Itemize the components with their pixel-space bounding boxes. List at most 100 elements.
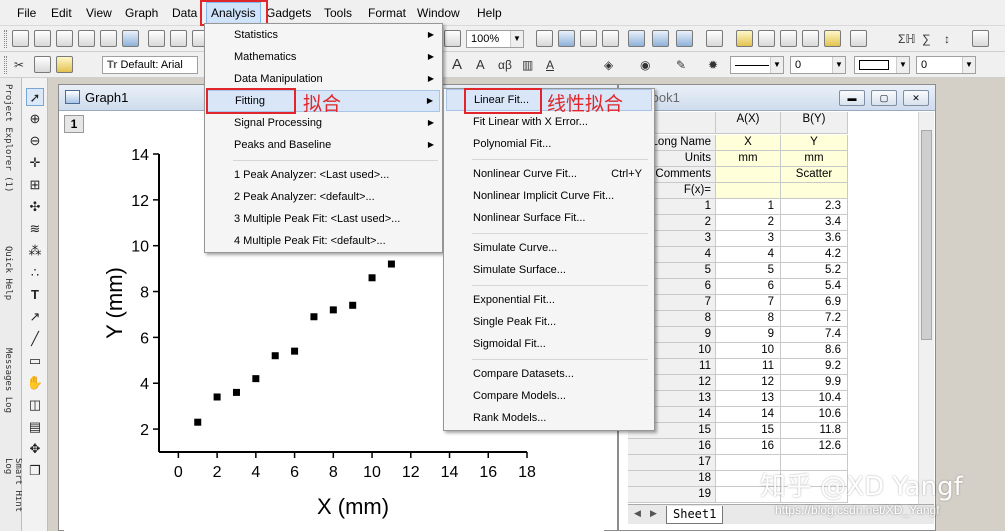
- new-project-icon[interactable]: [12, 30, 29, 47]
- font-color-icon[interactable]: A: [546, 56, 554, 74]
- script-icon[interactable]: [802, 30, 819, 47]
- meta-cell[interactable]: Scatter: [781, 167, 848, 183]
- data-cell[interactable]: 15: [716, 423, 781, 439]
- pattern-icon[interactable]: ◉: [640, 56, 650, 74]
- chevron-down-icon[interactable]: ▼: [832, 57, 845, 73]
- menu-item-peak-analyzer-last[interactable]: 1 Peak Analyzer: <Last used>...: [207, 164, 440, 186]
- data-cell[interactable]: 16: [716, 439, 781, 455]
- menu-graph[interactable]: Graph: [121, 0, 162, 26]
- menu-data[interactable]: Data: [168, 0, 201, 26]
- data-cell[interactable]: 14: [716, 407, 781, 423]
- data-cell[interactable]: 9.9: [781, 375, 848, 391]
- copy-icon[interactable]: [34, 56, 51, 73]
- fill-color-icon[interactable]: ◈: [604, 56, 613, 74]
- zoom-in-icon[interactable]: ⊕: [26, 110, 44, 128]
- data-cell[interactable]: 3.6: [781, 231, 848, 247]
- sheet-next-icon[interactable]: ▶: [650, 508, 657, 519]
- data-cell[interactable]: 8.6: [781, 343, 848, 359]
- open-template-icon[interactable]: [170, 30, 187, 47]
- sheet-prev-icon[interactable]: ◀: [634, 508, 641, 519]
- data-cell[interactable]: 9.2: [781, 359, 848, 375]
- chevron-down-icon[interactable]: ▼: [962, 57, 975, 73]
- zoom-combo[interactable]: 100% ▼: [466, 30, 524, 48]
- app-icon[interactable]: [824, 30, 841, 47]
- menu-item-fit-11[interactable]: Sigmoidal Fit...: [446, 333, 652, 355]
- data-reader-icon[interactable]: ⊞: [26, 176, 44, 194]
- meta-cell[interactable]: Y: [781, 135, 848, 151]
- menu-file[interactable]: File: [13, 0, 40, 26]
- row-number[interactable]: 17: [628, 455, 716, 471]
- menu-item-multi-peak-last[interactable]: 3 Multiple Peak Fit: <Last used>...: [207, 208, 440, 230]
- data-cell[interactable]: 11.8: [781, 423, 848, 439]
- menu-item-mathematics[interactable]: Mathematics ▶: [207, 46, 440, 68]
- chevron-down-icon[interactable]: ▼: [896, 57, 909, 73]
- size-combo[interactable]: 0 ▼: [916, 56, 976, 74]
- code-builder-icon[interactable]: [780, 30, 797, 47]
- minimize-button[interactable]: ▬: [839, 90, 865, 106]
- screen-reader-icon[interactable]: ✣: [26, 198, 44, 216]
- smart-hint-log-tab[interactable]: Smart Hint Log: [3, 458, 23, 531]
- data-cell[interactable]: 4.2: [781, 247, 848, 263]
- row-stats-icon[interactable]: ∑: [922, 30, 931, 48]
- data-cell[interactable]: 3.4: [781, 215, 848, 231]
- hand-tool-icon[interactable]: ✋: [26, 374, 44, 392]
- row-number[interactable]: 19: [628, 487, 716, 503]
- menu-item-multi-peak-default[interactable]: 4 Multiple Peak Fit: <default>...: [207, 230, 440, 252]
- meta-cell[interactable]: mm: [716, 151, 781, 167]
- column-stats-icon[interactable]: Σℍ: [898, 30, 916, 48]
- symbol-icon[interactable]: ✹: [708, 56, 718, 74]
- settings-icon[interactable]: [850, 30, 867, 47]
- maximize-button[interactable]: ▢: [871, 90, 897, 106]
- draw-data-icon[interactable]: ⁂: [26, 242, 44, 260]
- line-color-icon[interactable]: ✎: [676, 56, 686, 74]
- menu-item-fit-10[interactable]: Single Peak Fit...: [446, 311, 652, 333]
- object-icon[interactable]: ❐: [26, 462, 44, 480]
- data-cell[interactable]: 3: [716, 231, 781, 247]
- menu-item-fit-12[interactable]: Compare Datasets...: [446, 363, 652, 385]
- data-cell[interactable]: 8: [716, 311, 781, 327]
- new-graph-icon[interactable]: [56, 30, 73, 47]
- worksheet-icon[interactable]: [628, 30, 645, 47]
- crosshair-icon[interactable]: ✛: [26, 154, 44, 172]
- menu-item-fit-7[interactable]: Simulate Curve...: [446, 237, 652, 259]
- arrow-tool-icon[interactable]: ↗: [26, 308, 44, 326]
- menu-item-fit-8[interactable]: Simulate Surface...: [446, 259, 652, 281]
- project-explorer-icon[interactable]: [706, 30, 723, 47]
- region-icon[interactable]: ◫: [26, 396, 44, 414]
- menu-item-statistics[interactable]: Statistics ▶: [207, 24, 440, 46]
- data-cell[interactable]: 1: [716, 199, 781, 215]
- worksheet-grid[interactable]: A(X) B(Y) Long Name X Y Units mm mm Comments Scat…: [628, 112, 918, 504]
- close-button[interactable]: ✕: [903, 90, 929, 106]
- row-number[interactable]: 16: [628, 439, 716, 455]
- results-log-icon[interactable]: [736, 30, 753, 47]
- command-window-icon[interactable]: [758, 30, 775, 47]
- data-cell[interactable]: 13: [716, 391, 781, 407]
- row-number[interactable]: 18: [628, 471, 716, 487]
- scatter-select-icon[interactable]: ∴: [26, 264, 44, 282]
- font-combo[interactable]: Tr Default: Arial: [102, 56, 198, 74]
- meta-cell[interactable]: [716, 183, 781, 199]
- data-cell[interactable]: 10.4: [781, 391, 848, 407]
- line-style-combo[interactable]: ▼: [730, 56, 784, 74]
- data-cell[interactable]: 12.6: [781, 439, 848, 455]
- chevron-down-icon[interactable]: ▼: [510, 31, 523, 47]
- data-cell[interactable]: 5: [716, 263, 781, 279]
- cut-icon[interactable]: ✂: [14, 56, 24, 74]
- meta-cell[interactable]: [781, 183, 848, 199]
- menu-item-fit-9[interactable]: Exponential Fit...: [446, 289, 652, 311]
- menu-item-fit-6[interactable]: Nonlinear Surface Fit...: [446, 207, 652, 229]
- border-combo[interactable]: ▼: [854, 56, 910, 74]
- new-workbook-icon[interactable]: [34, 30, 51, 47]
- meta-cell[interactable]: [716, 167, 781, 183]
- data-cell[interactable]: 6: [716, 279, 781, 295]
- pointer-icon[interactable]: ➚: [26, 88, 44, 106]
- rectangle-tool-icon[interactable]: ▭: [26, 352, 44, 370]
- menu-item-peak-analyzer-default[interactable]: 2 Peak Analyzer: <default>...: [207, 186, 440, 208]
- data-cell[interactable]: 10.6: [781, 407, 848, 423]
- messages-log-tab[interactable]: Messages Log: [3, 348, 13, 413]
- data-cell[interactable]: 4: [716, 247, 781, 263]
- duplicate-icon[interactable]: [580, 30, 597, 47]
- new-function-icon[interactable]: [122, 30, 139, 47]
- quick-help-tab[interactable]: Quick Help: [3, 246, 13, 300]
- data-cell[interactable]: 2.3: [781, 199, 848, 215]
